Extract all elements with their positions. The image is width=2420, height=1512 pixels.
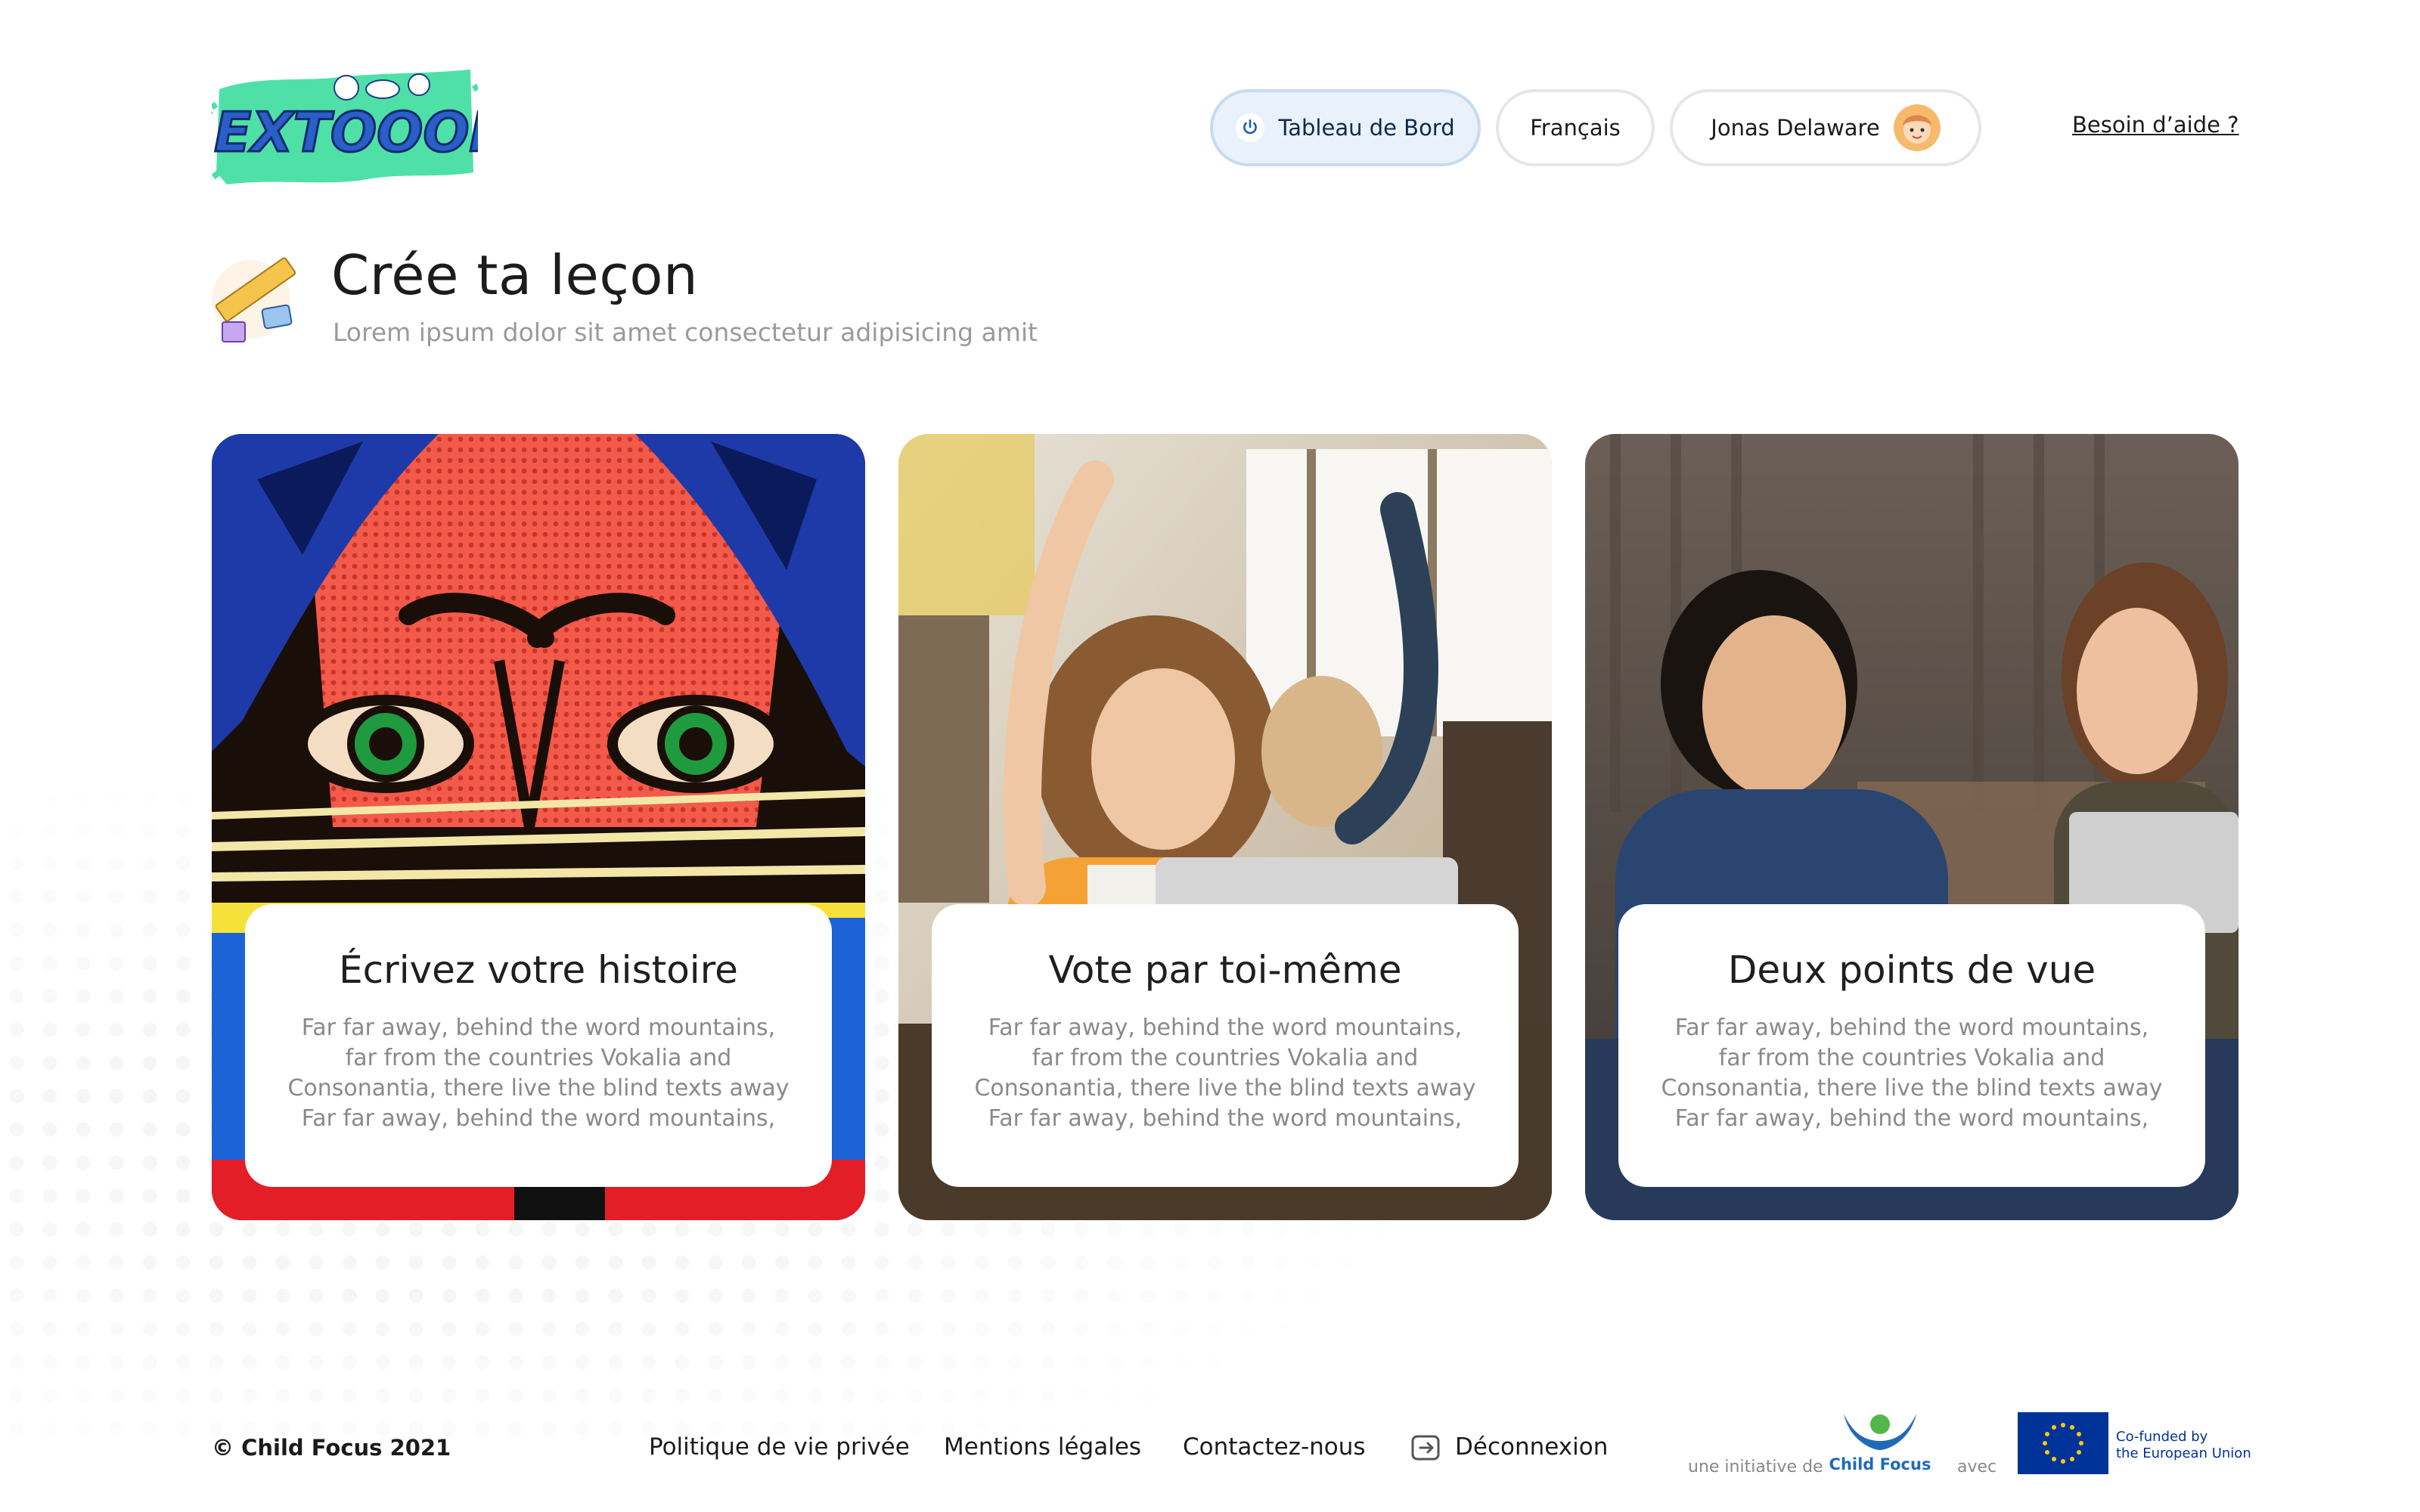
user-name: Jonas Delaware — [1711, 115, 1880, 141]
eu-cofunded-label: Co-funded by the European Union — [2116, 1429, 2251, 1461]
card-title: Écrivez votre histoire — [339, 948, 738, 992]
user-menu[interactable]: Jonas Delaware — [1670, 89, 1981, 166]
sextoooh-logo[interactable]: SEXTOOOH — [212, 59, 478, 195]
dashboard-button[interactable]: Tableau de Bord — [1210, 89, 1481, 166]
legal-link[interactable]: Mentions légales — [944, 1433, 1141, 1461]
copyright: © Child Focus 2021 — [212, 1435, 451, 1461]
power-icon — [1236, 113, 1265, 142]
logout-icon[interactable] — [1411, 1435, 1441, 1461]
card-panel: Deux points de vue Far far away, behind … — [1618, 904, 2205, 1187]
page-subtitle: Lorem ipsum dolor sit amet consectetur a… — [333, 318, 1038, 347]
dashboard-label: Tableau de Bord — [1278, 115, 1455, 141]
card-write-story[interactable]: Écrivez votre histoire Far far away, beh… — [212, 434, 865, 1220]
child-focus-logo[interactable]: Child Focus — [1827, 1403, 1933, 1474]
logout-link[interactable]: Déconnexion — [1455, 1433, 1608, 1461]
card-vote[interactable]: Vote par toi-même Far far away, behind t… — [898, 434, 1552, 1220]
card-description: Far far away, behind the word mountains,… — [1661, 1015, 2163, 1132]
card-description: Far far away, behind the word mountains,… — [287, 1015, 790, 1132]
card-panel: Vote par toi-même Far far away, behind t… — [932, 904, 1519, 1187]
language-label: Français — [1530, 115, 1621, 141]
initiative-label: une initiative de — [1688, 1458, 1823, 1476]
help-link[interactable]: Besoin d’aide ? — [2072, 112, 2239, 138]
child-focus-label: Child Focus — [1829, 1455, 1931, 1473]
eu-flag-icon — [2018, 1412, 2108, 1474]
card-two-views[interactable]: Deux points de vue Far far away, behind … — [1585, 434, 2238, 1220]
logo-text: SEXTOOOH — [212, 101, 478, 164]
with-label: avec — [1957, 1458, 1997, 1476]
ruler-icon — [212, 257, 296, 342]
card-description: Far far away, behind the word mountains,… — [974, 1015, 1476, 1132]
language-selector[interactable]: Français — [1496, 89, 1655, 166]
page-title: Crée ta leçon — [331, 243, 699, 307]
privacy-link[interactable]: Politique de vie privée — [649, 1433, 910, 1461]
contact-link[interactable]: Contactez-nous — [1183, 1433, 1366, 1461]
card-title: Vote par toi-même — [1048, 948, 1402, 992]
card-panel: Écrivez votre histoire Far far away, beh… — [245, 904, 832, 1187]
avatar — [1893, 104, 1941, 151]
card-title: Deux points de vue — [1727, 948, 2096, 992]
